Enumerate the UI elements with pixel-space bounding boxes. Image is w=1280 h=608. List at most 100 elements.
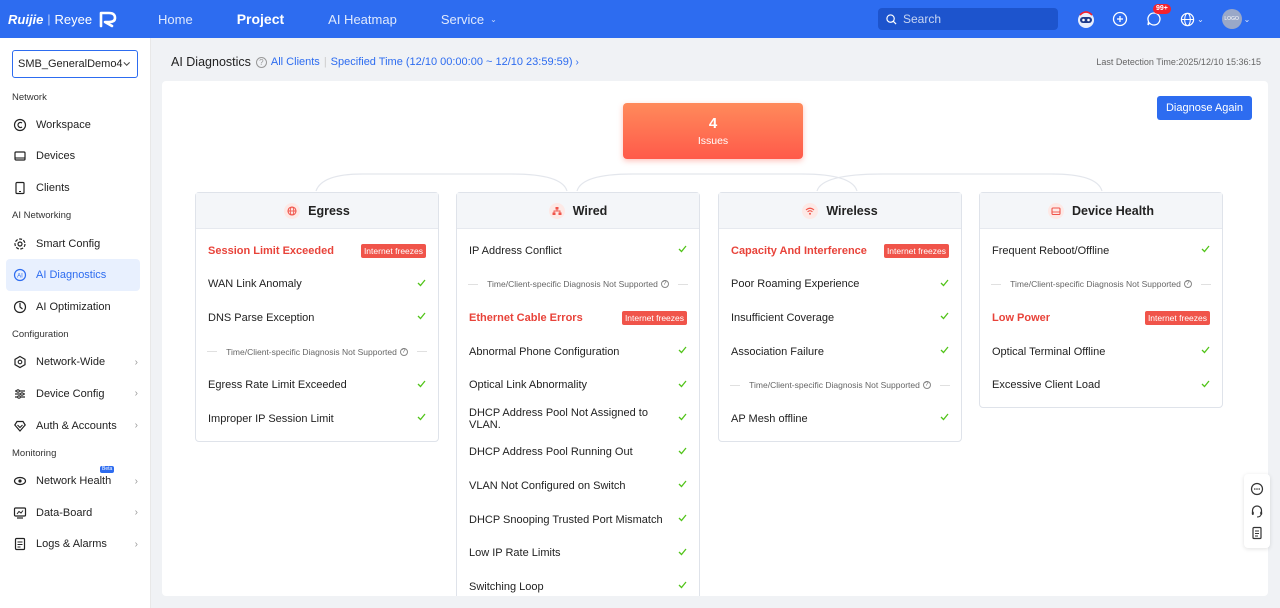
search-input[interactable]: Search: [878, 8, 1058, 30]
diagnosis-item[interactable]: WAN Link Anomaly: [196, 268, 438, 302]
diagnosis-item-label: DHCP Address Pool Running Out: [469, 446, 633, 459]
sidebar-item-auth-accounts[interactable]: Auth & Accounts ›: [6, 410, 140, 442]
sidebar-item-workspace[interactable]: Workspace: [6, 109, 140, 141]
brand-logo[interactable]: Ruijie | Reyee: [0, 9, 136, 29]
sidebar-section-title: Configuration: [12, 329, 69, 341]
project-selector-value: SMB_GeneralDemo4: [18, 58, 123, 70]
diagnosis-item[interactable]: Insufficient Coverage: [719, 301, 961, 335]
diagnosis-item[interactable]: Association Failure: [719, 335, 961, 369]
nav-project[interactable]: Project: [215, 0, 306, 38]
check-icon: [678, 548, 687, 559]
diagnosis-item[interactable]: Low IP Rate Limits: [457, 536, 699, 570]
diagnosis-item-issue[interactable]: Capacity And Interference Internet freeze…: [719, 234, 961, 268]
column-header: Wired: [457, 193, 699, 229]
diagnosis-item[interactable]: Optical Terminal Offline: [980, 335, 1222, 369]
help-icon[interactable]: ?: [255, 56, 267, 68]
nav-home[interactable]: Home: [136, 0, 215, 38]
clients-icon: [12, 180, 28, 196]
project-selector[interactable]: SMB_GeneralDemo4: [12, 50, 138, 78]
specified-time-link[interactable]: Specified Time (12/10 00:00:00 ~ 12/10 2…: [331, 56, 573, 68]
diagnosis-item[interactable]: DHCP Address Pool Not Assigned to VLAN.: [457, 402, 699, 436]
top-right-toolbar: 99+ ⌄ LOGO ⌄: [1076, 0, 1252, 38]
help-icon[interactable]: ?: [922, 381, 931, 390]
wired-topology-icon: [548, 202, 565, 219]
diagnosis-item[interactable]: Optical Link Abnormality: [457, 368, 699, 402]
ai-assistant-robot-icon[interactable]: [1076, 9, 1096, 29]
sidebar-item-devices[interactable]: Devices: [6, 141, 140, 173]
sidebar-section-title: Network: [12, 91, 47, 103]
diagnosis-item[interactable]: DHCP Address Pool Running Out: [457, 436, 699, 470]
help-icon[interactable]: ?: [660, 280, 669, 289]
help-icon[interactable]: ?: [399, 347, 408, 356]
check-icon: [678, 245, 687, 256]
sidebar-item-device-config[interactable]: Device Config ›: [6, 378, 140, 410]
headset-support-icon[interactable]: [1250, 504, 1264, 518]
diagnosis-item[interactable]: Improper IP Session Limit: [196, 402, 438, 436]
sidebar-item-ai-diagnostics[interactable]: AI AI Diagnostics: [6, 259, 140, 291]
diagnosis-item[interactable]: DNS Parse Exception: [196, 301, 438, 335]
diagnosis-item[interactable]: Abnormal Phone Configuration: [457, 335, 699, 369]
sidebar-item-clients[interactable]: Clients: [6, 172, 140, 204]
diagnosis-item-label: AP Mesh offline: [731, 412, 808, 425]
all-clients-link[interactable]: All Clients: [271, 56, 320, 68]
not-supported-note: Time/Client-specific Diagnosis Not Suppo…: [196, 335, 438, 369]
diagnosis-item[interactable]: VLAN Not Configured on Switch: [457, 469, 699, 503]
diagnosis-item[interactable]: IP Address Conflict: [457, 234, 699, 268]
devices-icon: [12, 148, 28, 164]
sidebar-item-label: Logs & Alarms: [36, 538, 107, 551]
check-icon: [940, 413, 949, 424]
status-badge: Internet freezes: [1144, 310, 1210, 325]
document-icon[interactable]: [1250, 526, 1264, 540]
diagnosis-item-issue[interactable]: Session Limit Exceeded Internet freezes: [196, 234, 438, 268]
sidebar-item-data-board[interactable]: Data-Board ›: [6, 497, 140, 529]
ai-diagnostics-icon: AI: [12, 267, 28, 283]
sidebar-item-smart-config[interactable]: Smart Config: [6, 228, 140, 260]
logs-icon: [12, 536, 28, 552]
diagnosis-item-label: DNS Parse Exception: [208, 311, 315, 324]
sidebar-item-label: Clients: [36, 181, 70, 194]
sidebar-item-logs-alarms[interactable]: Logs & Alarms ›: [6, 529, 140, 561]
check-icon: [417, 279, 426, 290]
diagnosis-item[interactable]: Egress Rate Limit Exceeded: [196, 368, 438, 402]
notification-badge: 99+: [1153, 4, 1171, 14]
chevron-right-icon[interactable]: ›: [576, 57, 579, 68]
column-title: Device Health: [1072, 203, 1154, 218]
brand-name-secondary: Reyee: [54, 11, 93, 27]
diagnosis-item-label: Association Failure: [731, 345, 824, 358]
diagnosis-item[interactable]: Switching Loop: [457, 570, 699, 596]
chevron-down-icon: ⌄: [1243, 14, 1251, 24]
nav-service[interactable]: Service ⌄: [419, 0, 519, 38]
diagnosis-item[interactable]: AP Mesh offline: [719, 402, 961, 436]
nav-ai-heatmap[interactable]: AI Heatmap: [306, 0, 419, 38]
top-navigation-bar: Ruijie | Reyee Home Project AI Heatmap S…: [0, 0, 1280, 38]
chat-icon[interactable]: [1250, 482, 1264, 496]
diagnosis-item-label: Capacity And Interference: [731, 244, 867, 257]
sidebar-item-label: Auth & Accounts: [36, 419, 117, 432]
column-title: Egress: [308, 203, 350, 218]
sidebar-item-network-health[interactable]: Network Health Beta ›: [6, 465, 140, 497]
diagnosis-item[interactable]: Frequent Reboot/Offline: [980, 234, 1222, 268]
sidebar-section-title: AI Networking: [12, 210, 72, 222]
floating-help-toolbar: [1244, 474, 1270, 548]
chevron-right-icon: ›: [134, 388, 138, 400]
ai-optimization-icon: [12, 299, 28, 315]
help-icon[interactable]: ?: [1183, 280, 1192, 289]
diagnosis-item[interactable]: Excessive Client Load: [980, 368, 1222, 402]
issues-label: Issues: [697, 135, 729, 147]
user-avatar-menu[interactable]: LOGO ⌄: [1220, 9, 1252, 29]
sidebar-item-network-wide[interactable]: Network-Wide ›: [6, 347, 140, 379]
sidebar-item-ai-optimization[interactable]: AI Optimization: [6, 291, 140, 323]
message-icon[interactable]: 99+: [1144, 4, 1171, 29]
issues-summary-card[interactable]: 4 Issues: [623, 103, 803, 159]
add-circle-icon[interactable]: [1110, 9, 1130, 29]
diagnosis-item-issue[interactable]: Low Power Internet freezes: [980, 301, 1222, 335]
diagnosis-column-egress: Egress Session Limit Exceeded Internet fre…: [195, 192, 439, 442]
language-globe-icon[interactable]: ⌄: [1178, 9, 1206, 29]
check-icon: [1201, 346, 1210, 357]
diagnosis-item-issue[interactable]: Ethernet Cable Errors Internet freezes: [457, 301, 699, 335]
diagnosis-item[interactable]: DHCP Snooping Trusted Port Mismatch: [457, 503, 699, 537]
diagnosis-item[interactable]: Poor Roaming Experience: [719, 268, 961, 302]
diagnosis-item-label: Switching Loop: [469, 580, 544, 593]
auth-icon: [12, 418, 28, 434]
check-icon: [1201, 380, 1210, 391]
